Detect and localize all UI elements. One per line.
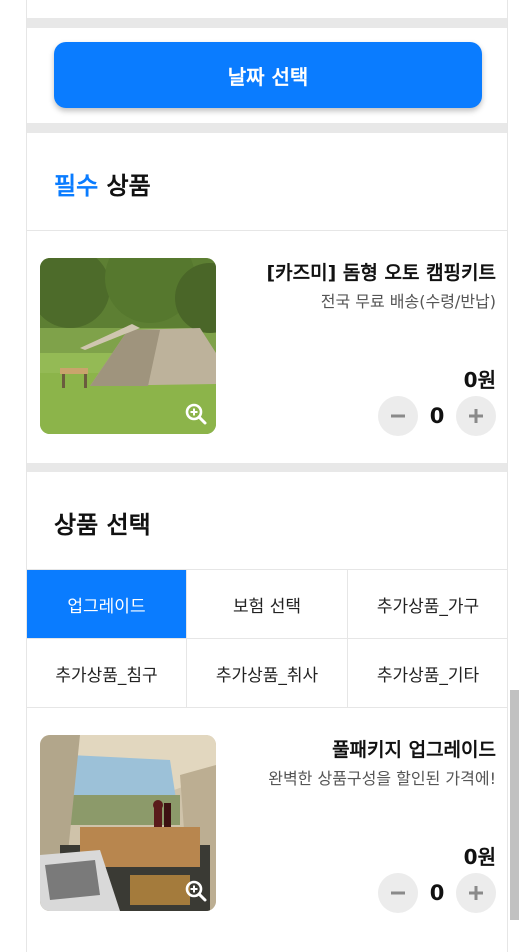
quantity-stepper: 0: [378, 873, 496, 913]
section-divider: [27, 123, 507, 133]
tab-upgrade[interactable]: 업그레이드: [27, 570, 187, 639]
increment-button[interactable]: [456, 396, 496, 436]
tab-cooking[interactable]: 추가상품_취사: [187, 639, 348, 708]
quantity-stepper: 0: [378, 396, 496, 436]
required-section-title: 필수 상품: [54, 166, 151, 201]
select-section-title: 상품 선택: [54, 511, 151, 539]
plus-icon: [469, 886, 483, 900]
tab-etc[interactable]: 추가상품_기타: [348, 639, 508, 708]
required-product-card: [카즈미] 돔형 오토 캠핑키트 전국 무료 배송(수령/반납) 0원 0: [40, 258, 496, 436]
scrollbar[interactable]: [510, 690, 519, 920]
separator: [27, 230, 507, 231]
product-price: 0원: [463, 368, 496, 392]
section-divider: [27, 463, 507, 472]
page-container: 날짜 선택 필수 상품 [카즈미] 돔형 오토 캠핑키트 전국 무료 배송(수령…: [26, 0, 508, 952]
quantity-value: 0: [429, 404, 445, 428]
date-select-button[interactable]: 날짜 선택: [54, 42, 482, 108]
product-description: 전국 무료 배송(수령/반납): [320, 292, 496, 311]
category-tabs: 업그레이드 보험 선택 추가상품_가구 추가상품_침구 추가상품_취사 추가상품…: [27, 569, 508, 708]
minus-icon: [391, 414, 405, 418]
tab-bedding[interactable]: 추가상품_침구: [27, 639, 187, 708]
section-divider: [27, 18, 507, 28]
tab-insurance[interactable]: 보험 선택: [187, 570, 348, 639]
upgrade-product-card: 풀패키지 업그레이드 완벽한 상품구성을 할인된 가격에! 0원 0: [40, 735, 496, 913]
zoom-icon[interactable]: [184, 879, 208, 903]
zoom-icon[interactable]: [184, 402, 208, 426]
decrement-button[interactable]: [378, 873, 418, 913]
product-image[interactable]: [40, 735, 216, 911]
product-description: 완벽한 상품구성을 할인된 가격에!: [268, 769, 496, 788]
increment-button[interactable]: [456, 873, 496, 913]
product-price: 0원: [463, 845, 496, 869]
title-rest: 상품: [98, 172, 151, 200]
product-name: [카즈미] 돔형 오토 캠핑키트: [266, 262, 497, 284]
tab-furniture[interactable]: 추가상품_가구: [348, 570, 508, 639]
product-image[interactable]: [40, 258, 216, 434]
plus-icon: [469, 409, 483, 423]
quantity-value: 0: [429, 881, 445, 905]
minus-icon: [391, 891, 405, 895]
product-name: 풀패키지 업그레이드: [332, 739, 496, 761]
title-accent: 필수: [54, 172, 99, 200]
decrement-button[interactable]: [378, 396, 418, 436]
